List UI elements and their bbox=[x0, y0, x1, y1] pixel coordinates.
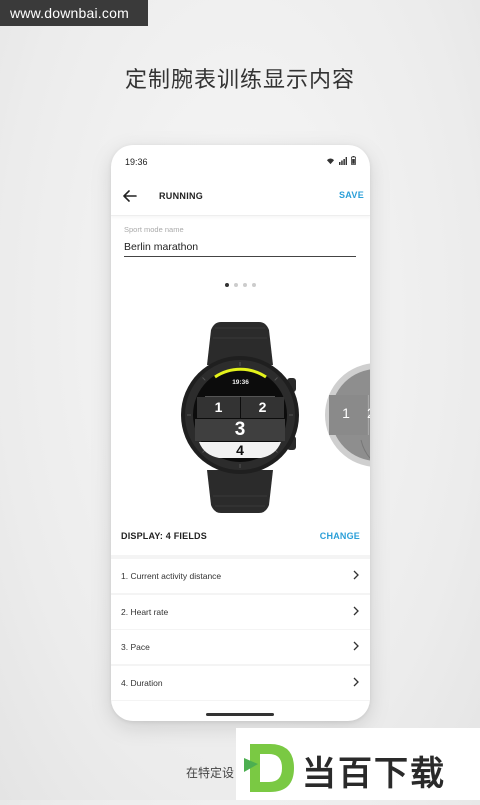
watch-field-3: 3 bbox=[234, 419, 246, 440]
page-dot-3[interactable] bbox=[243, 283, 247, 287]
watch-carousel[interactable]: 19:36 1 2 3 4 1 2 bbox=[111, 320, 370, 520]
change-button[interactable]: CHANGE bbox=[320, 531, 360, 541]
status-time: 19:36 bbox=[125, 157, 148, 167]
display-row: DISPLAY: 4 FIELDS CHANGE bbox=[111, 523, 370, 551]
sport-mode-label: Sport mode name bbox=[124, 225, 184, 234]
sport-mode-input[interactable] bbox=[124, 238, 356, 257]
fields-list: 1. Current activity distance 2. Heart ra… bbox=[111, 555, 370, 701]
list-item-field-2[interactable]: 2. Heart rate bbox=[111, 594, 370, 629]
watermark-banner: www.downbai.com bbox=[0, 0, 148, 26]
back-arrow-icon[interactable] bbox=[121, 187, 139, 205]
list-item-field-1[interactable]: 1. Current activity distance bbox=[111, 559, 370, 593]
wifi-icon bbox=[326, 158, 335, 164]
save-button[interactable]: SAVE bbox=[339, 190, 364, 200]
bottom-caption: 在特定设 bbox=[186, 766, 235, 780]
status-icons bbox=[326, 156, 356, 165]
list-item-field-3[interactable]: 3. Pace bbox=[111, 630, 370, 664]
chevron-right-icon bbox=[353, 570, 359, 580]
sport-mode-field: Sport mode name bbox=[124, 225, 356, 257]
watch-time: 19:36 bbox=[232, 379, 249, 386]
chevron-right-icon bbox=[353, 606, 359, 615]
page-headline: 定制腕表训练显示内容 bbox=[124, 68, 355, 93]
list-item-label: 2. Heart rate bbox=[121, 606, 169, 617]
status-bar: 19:36 bbox=[111, 145, 370, 179]
chevron-right-icon bbox=[353, 641, 359, 651]
page-dot-4[interactable] bbox=[252, 283, 256, 287]
display-fields-label: DISPLAY: 4 FIELDS bbox=[121, 531, 207, 541]
watch-field-2: 2 bbox=[258, 399, 267, 415]
signal-icon bbox=[339, 156, 347, 165]
list-item-label: 1. Current activity distance bbox=[121, 571, 222, 581]
next-watch-field-2: 2 bbox=[367, 405, 370, 421]
page-dot-1[interactable] bbox=[225, 283, 229, 287]
page-dot-2[interactable] bbox=[234, 283, 238, 287]
battery-icon bbox=[351, 156, 356, 165]
next-watch-field-1: 1 bbox=[342, 405, 350, 421]
phone-frame: 19:36 RUNNING SAVE Sport mode name Berli… bbox=[111, 145, 370, 721]
list-item-label: 4. Duration bbox=[121, 677, 163, 688]
watch-field-4: 4 bbox=[236, 442, 244, 458]
site-logo: D 当百下载 bbox=[236, 728, 480, 800]
logo-text: 当百下载 bbox=[302, 754, 446, 794]
home-indicator[interactable] bbox=[206, 713, 274, 716]
carousel-page-indicator bbox=[111, 283, 370, 287]
chevron-right-icon bbox=[353, 677, 359, 686]
page-title: RUNNING bbox=[159, 191, 204, 201]
list-item-label: 3. Pace bbox=[121, 642, 150, 652]
watch-field-1: 1 bbox=[214, 399, 223, 415]
list-item-field-4[interactable]: 4. Duration bbox=[111, 665, 370, 700]
app-bar: RUNNING SAVE bbox=[111, 179, 370, 216]
